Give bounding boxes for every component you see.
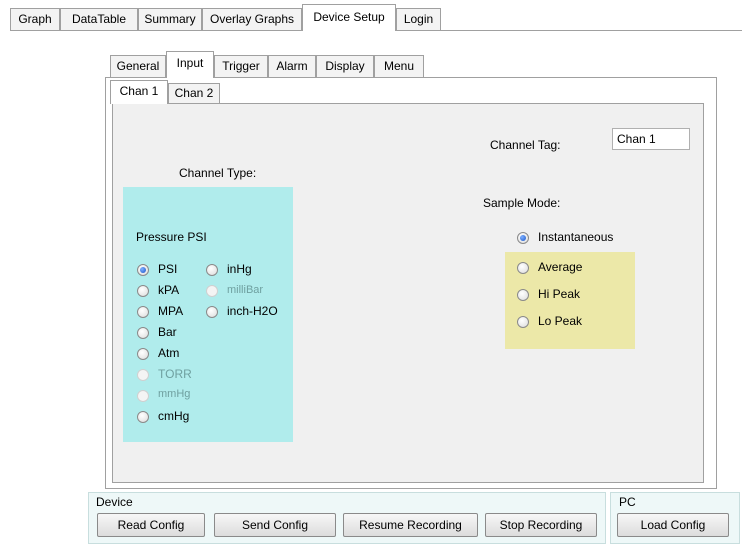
radio-mmhg [137,390,149,402]
radio-inhg-label: inHg [227,262,252,276]
channel-tag-input[interactable] [612,128,690,150]
radio-mpa-label: MPA [158,304,184,318]
tab-overlay-graphs[interactable]: Overlay Graphs [202,8,302,30]
tab-chan-2[interactable]: Chan 2 [168,83,220,103]
sample-mode-label: Sample Mode: [483,196,561,210]
radio-millibar [206,285,218,297]
tab-summary[interactable]: Summary [138,8,202,30]
radio-instantaneous[interactable] [517,232,529,244]
radio-atm-label: Atm [158,346,180,360]
radio-cmhg[interactable] [137,411,149,423]
radio-inch-h2o[interactable] [206,306,218,318]
tab-chan-1[interactable]: Chan 1 [110,80,168,104]
read-config-button[interactable]: Read Config [97,513,205,537]
tab-trigger[interactable]: Trigger [214,55,268,77]
radio-lo-peak[interactable] [517,316,529,328]
radio-average[interactable] [517,262,529,274]
radio-inhg[interactable] [206,264,218,276]
radio-kpa[interactable] [137,285,149,297]
radio-mmhg-label: mmHg [158,388,191,400]
tab-device-setup[interactable]: Device Setup [302,4,396,31]
channel-tag-label: Channel Tag: [490,138,561,152]
tab-general[interactable]: General [110,55,166,77]
channel-type-group-title: Pressure PSI [136,230,207,244]
radio-psi-label: PSI [158,262,178,276]
radio-bar[interactable] [137,327,149,339]
stop-recording-button[interactable]: Stop Recording [485,513,597,537]
radio-cmhg-label: cmHg [158,409,190,423]
radio-millibar-label: milliBar [227,284,264,296]
pc-group-title: PC [619,495,636,509]
radio-psi[interactable] [137,264,149,276]
radio-lo-peak-label: Lo Peak [538,314,583,328]
radio-inch-h2o-label: inch-H2O [227,304,278,318]
load-config-button[interactable]: Load Config [617,513,729,537]
tab-menu[interactable]: Menu [374,55,424,77]
tab-input[interactable]: Input [166,51,214,78]
radio-kpa-label: kPA [158,283,180,297]
tab-graph[interactable]: Graph [10,8,60,30]
radio-average-label: Average [538,260,583,274]
device-group-title: Device [96,495,133,509]
tab-login[interactable]: Login [396,8,441,30]
resume-recording-button[interactable]: Resume Recording [343,513,478,537]
sample-mode-group: Average Hi Peak Lo Peak [505,252,635,349]
radio-torr-label: TORR [158,367,192,381]
channel-type-label: Channel Type: [179,166,257,180]
tab-datatable[interactable]: DataTable [60,8,138,30]
channel-type-group: Pressure PSI PSI kPA MPA Bar Atm TORR mm… [123,187,293,442]
tab-alarm[interactable]: Alarm [268,55,316,77]
send-config-button[interactable]: Send Config [214,513,336,537]
radio-hi-peak-label: Hi Peak [538,287,581,301]
radio-atm[interactable] [137,348,149,360]
radio-mpa[interactable] [137,306,149,318]
radio-bar-label: Bar [158,325,177,339]
tab-display[interactable]: Display [316,55,374,77]
radio-instantaneous-label: Instantaneous [538,230,614,244]
radio-torr [137,369,149,381]
radio-hi-peak[interactable] [517,289,529,301]
